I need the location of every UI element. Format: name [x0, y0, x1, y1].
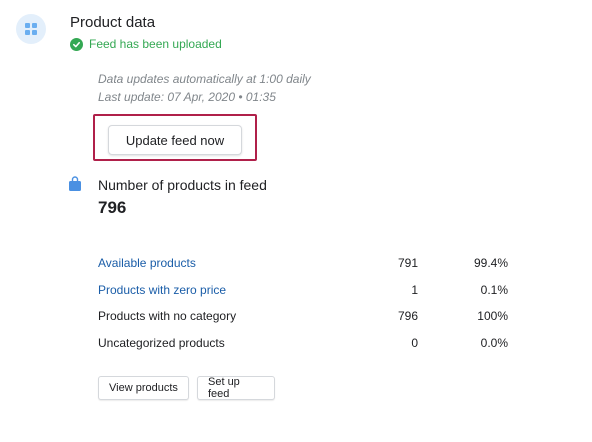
view-products-button[interactable]: View products [98, 376, 189, 400]
products-count-label: Number of products in feed [98, 177, 267, 193]
products-count-value: 796 [98, 198, 127, 217]
zero-price-products-link[interactable]: Products with zero price [98, 283, 368, 297]
auto-update-note: Data updates automatically at 1:00 daily [98, 72, 311, 86]
stat-count: 1 [411, 283, 418, 297]
update-feed-button[interactable]: Update feed now [108, 125, 242, 155]
shopping-bag-icon [68, 176, 82, 197]
stat-percent: 0.0% [480, 336, 508, 350]
stat-count: 796 [397, 309, 418, 323]
stats-row-available: Available products 791 99.4% [98, 253, 508, 273]
status-text: Feed has been uploaded [89, 37, 222, 51]
stat-count: 0 [411, 336, 418, 350]
status-message: Feed has been uploaded [70, 37, 222, 51]
stat-count: 791 [397, 256, 418, 270]
set-up-feed-button[interactable]: Set up feed [197, 376, 275, 400]
stat-percent: 99.4% [473, 256, 508, 270]
grid-icon [16, 14, 46, 44]
stats-row-uncategorized: Uncategorized products 0 0.0% [98, 333, 508, 353]
stat-label: Uncategorized products [98, 336, 225, 350]
stats-row-no-category: Products with no category 796 100% [98, 306, 508, 326]
available-products-link[interactable]: Available products [98, 256, 368, 270]
page-title: Product data [70, 14, 156, 31]
stats-row-zero-price: Products with zero price 1 0.1% [98, 280, 508, 300]
stat-percent: 0.1% [480, 283, 508, 297]
stat-percent: 100% [477, 309, 508, 323]
last-update-note: Last update: 07 Apr, 2020 • 01:35 [98, 90, 276, 104]
check-circle-icon [70, 37, 83, 51]
stat-label: Products with no category [98, 309, 237, 323]
